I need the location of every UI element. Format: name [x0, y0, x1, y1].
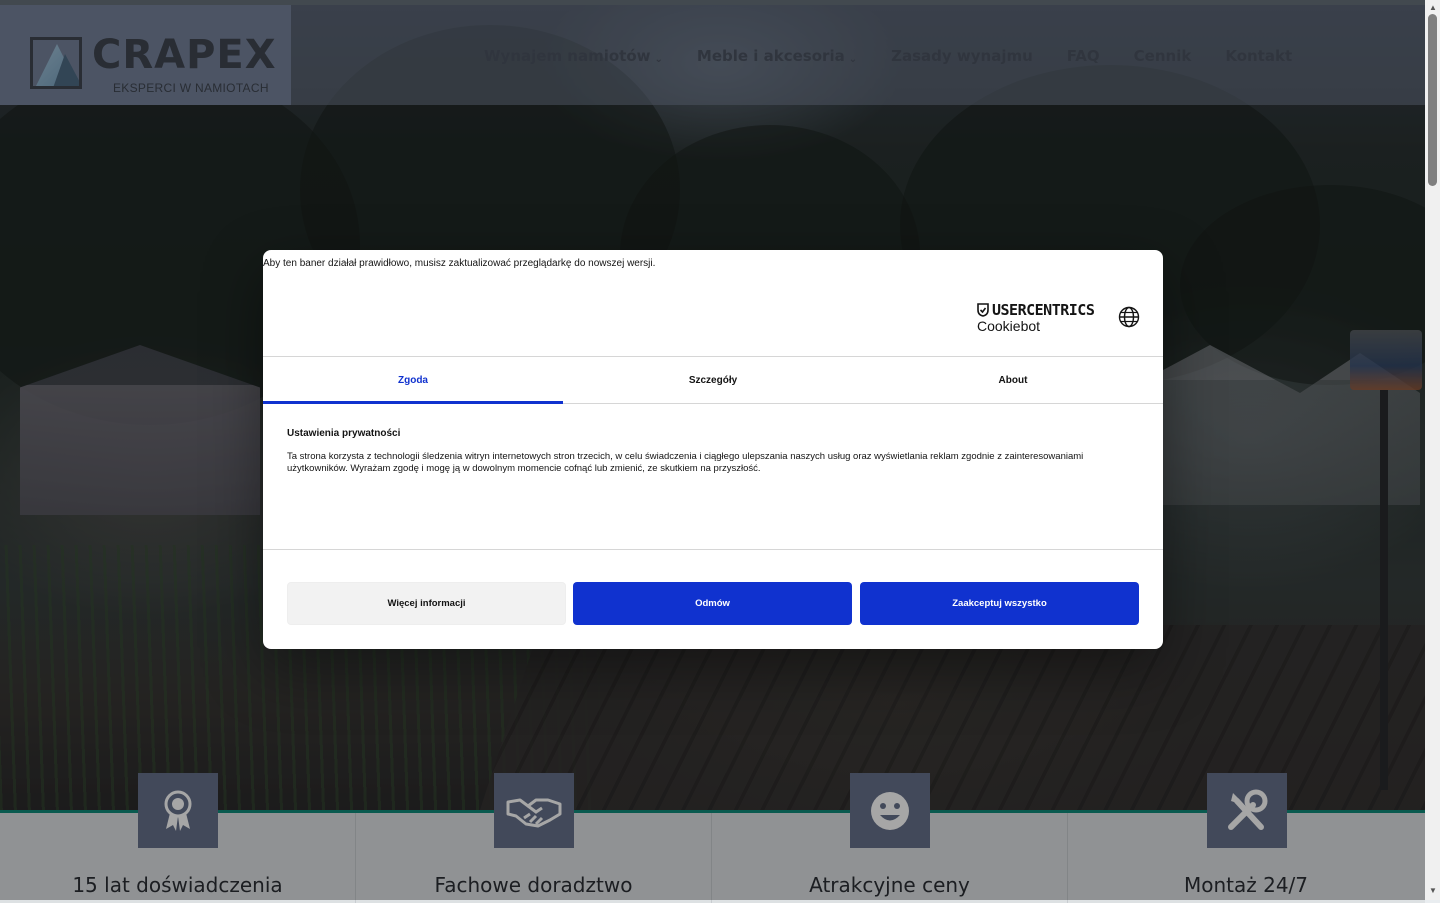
tab-zgoda[interactable]: Zgoda: [263, 357, 563, 404]
browser-warning: Aby ten baner działał prawidłowo, musisz…: [263, 258, 656, 269]
more-info-button[interactable]: Więcej informacji: [287, 582, 566, 625]
shield-icon: [977, 303, 989, 317]
usercentrics-logo: USERCENTRICS Cookiebot: [977, 301, 1095, 334]
deny-button[interactable]: Odmów: [573, 582, 852, 625]
brand-name-row: USERCENTRICS: [977, 301, 1095, 319]
tab-about[interactable]: About: [863, 357, 1163, 403]
brand-sub: Cookiebot: [977, 318, 1041, 334]
privacy-settings-title: Ustawienia prywatności: [287, 428, 401, 439]
language-globe-icon[interactable]: [1118, 306, 1140, 328]
brand-name: USERCENTRICS: [992, 301, 1095, 319]
scroll-up-arrow-icon[interactable]: ▲: [1429, 3, 1437, 12]
consent-tabs: Zgoda Szczegóły About: [263, 357, 1163, 404]
cookie-consent-dialog: Aby ten baner działał prawidłowo, musisz…: [263, 250, 1163, 649]
page-scrollbar[interactable]: ▲ ▼: [1425, 0, 1440, 900]
privacy-description: Ta strona korzysta z technologii śledzen…: [287, 451, 1084, 474]
divider: [263, 549, 1163, 550]
accept-all-button[interactable]: Zaakceptuj wszystko: [860, 582, 1139, 625]
tab-szczegoly[interactable]: Szczegóły: [563, 357, 863, 403]
scroll-down-arrow-icon[interactable]: ▼: [1429, 886, 1437, 895]
scrollbar-thumb[interactable]: [1428, 14, 1437, 186]
